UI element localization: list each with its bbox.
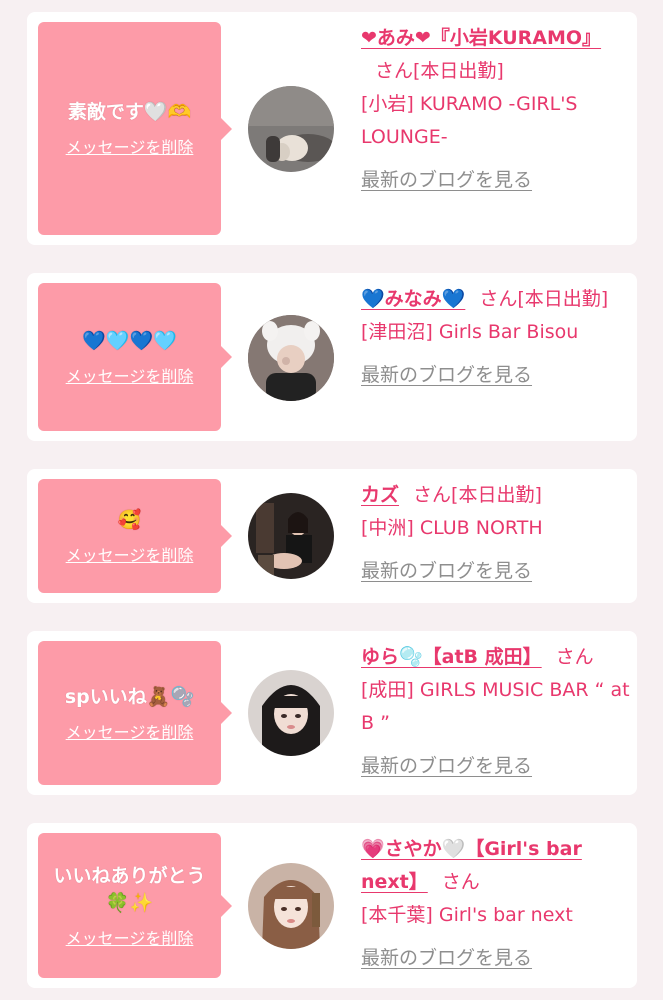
latest-blog-link[interactable]: 最新のブログを見る	[361, 942, 631, 975]
delete-message-link[interactable]: メッセージを削除	[66, 719, 194, 743]
delete-message-link[interactable]: メッセージを削除	[66, 925, 194, 949]
honorific: さん	[555, 646, 594, 668]
message-bubble: spいいね🧸🫧 メッセージを削除	[38, 641, 232, 785]
cast-name-link[interactable]: ❤あみ❤『小岩KURAMO』	[361, 27, 601, 49]
message-bubble: 🥰 メッセージを削除	[38, 479, 232, 593]
message-text: 💙🩵💙🩵	[82, 329, 177, 352]
shop-label: [成田] GIRLS MUSIC BAR “ at B ”	[361, 679, 630, 734]
avatar[interactable]	[248, 86, 334, 172]
cast-name-link[interactable]: カズ	[361, 484, 399, 506]
avatar[interactable]	[248, 493, 334, 579]
shop-label: [津田沼] Girls Bar Bisou	[361, 321, 579, 343]
honorific: さん	[441, 871, 480, 893]
message-text: いいねありがとう🍀✨	[53, 864, 206, 914]
message-bubble: 💙🩵💙🩵 メッセージを削除	[38, 283, 232, 431]
avatar[interactable]	[248, 863, 334, 949]
message-text: spいいね🧸🫧	[64, 685, 195, 708]
status-label: [本日出勤]	[451, 484, 542, 506]
delete-message-link[interactable]: メッセージを削除	[66, 542, 194, 566]
honorific: さん	[413, 484, 452, 506]
honorific: さん	[375, 60, 414, 82]
latest-blog-link[interactable]: 最新のブログを見る	[361, 555, 631, 588]
delete-message-link[interactable]: メッセージを削除	[66, 363, 194, 387]
shop-label: [小岩] KURAMO -GIRL'S LOUNGE-	[361, 93, 578, 148]
message-card: 💙🩵💙🩵 メッセージを削除 💙みなみ💙 さん[本日出勤] [津田沼] Girls …	[27, 273, 637, 441]
shop-label: [本千葉] Girl's bar next	[361, 904, 573, 926]
cast-name-link[interactable]: ゆら🫧【atB 成田】	[361, 646, 542, 668]
latest-blog-link[interactable]: 最新のブログを見る	[361, 164, 631, 197]
message-card: 素敵です🤍🫶 メッセージを削除 ❤あみ❤『小岩KURAMO』さん[本日出勤] […	[27, 12, 637, 245]
avatar[interactable]	[248, 670, 334, 756]
message-bubble: いいねありがとう🍀✨ メッセージを削除	[38, 833, 232, 978]
latest-blog-link[interactable]: 最新のブログを見る	[361, 750, 631, 783]
cast-name-link[interactable]: 💙みなみ💙	[361, 288, 465, 310]
avatar[interactable]	[248, 315, 334, 401]
delete-message-link[interactable]: メッセージを削除	[66, 134, 194, 158]
message-text: 素敵です🤍🫶	[67, 101, 192, 123]
message-bubble: 素敵です🤍🫶 メッセージを削除	[38, 22, 232, 235]
shop-label: [中洲] CLUB NORTH	[361, 517, 543, 539]
status-label: [本日出勤]	[413, 60, 504, 82]
message-card: 🥰 メッセージを削除 カズ さん[本日出勤] [中洲] CLUB NORTH 最新…	[27, 469, 637, 603]
message-card: spいいね🧸🫧 メッセージを削除 ゆら🫧【atB 成田】 さん [成田] GIRL…	[27, 631, 637, 795]
status-label: [本日出勤]	[517, 288, 609, 310]
message-card: いいねありがとう🍀✨ メッセージを削除 💗さやか🤍【Girl's bar nex…	[27, 823, 637, 988]
message-text: 🥰	[117, 508, 142, 531]
honorific: さん	[479, 288, 518, 310]
latest-blog-link[interactable]: 最新のブログを見る	[361, 359, 631, 392]
